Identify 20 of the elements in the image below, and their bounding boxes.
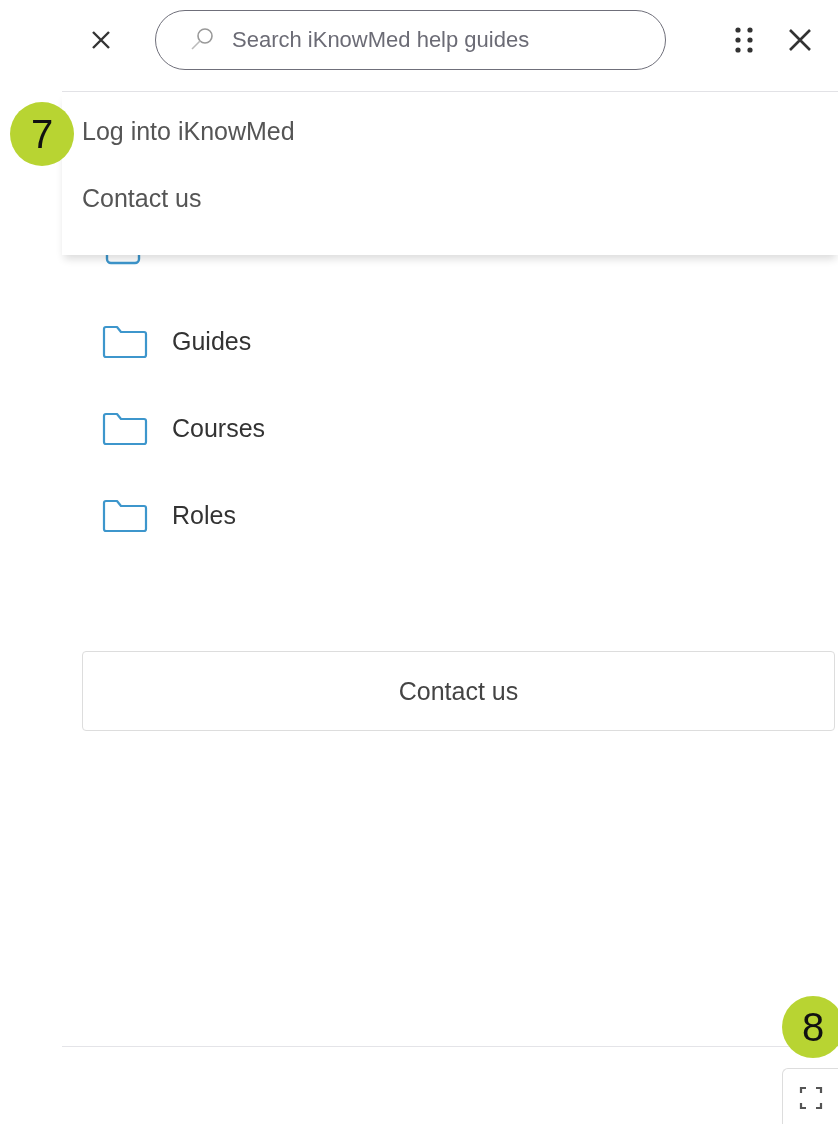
folder-icon xyxy=(102,498,148,533)
expand-button[interactable] xyxy=(782,1068,838,1124)
nav-item[interactable]: Roles xyxy=(172,501,236,530)
search-icon xyxy=(189,26,215,52)
close-icon xyxy=(91,30,111,50)
grid-icon xyxy=(734,27,754,53)
callout-badge: 8 xyxy=(782,996,838,1058)
nav-item[interactable]: Courses xyxy=(172,414,266,443)
close-button[interactable] xyxy=(788,28,812,52)
nav-item[interactable]: Guides xyxy=(172,327,252,356)
expand-icon xyxy=(798,1085,823,1110)
folder-icon xyxy=(102,411,148,446)
contact-button[interactable]: Contact us xyxy=(82,651,835,731)
search-field[interactable]: Search iKnowMed help guides xyxy=(155,10,666,70)
folder-icon xyxy=(102,324,148,359)
callout-badge: 7 xyxy=(10,102,74,166)
menu-item[interactable]: Log into iKnowMed xyxy=(82,117,295,146)
close-icon xyxy=(788,28,812,52)
apps-button[interactable] xyxy=(734,27,754,53)
menu-item[interactable]: Contact us xyxy=(82,184,202,213)
